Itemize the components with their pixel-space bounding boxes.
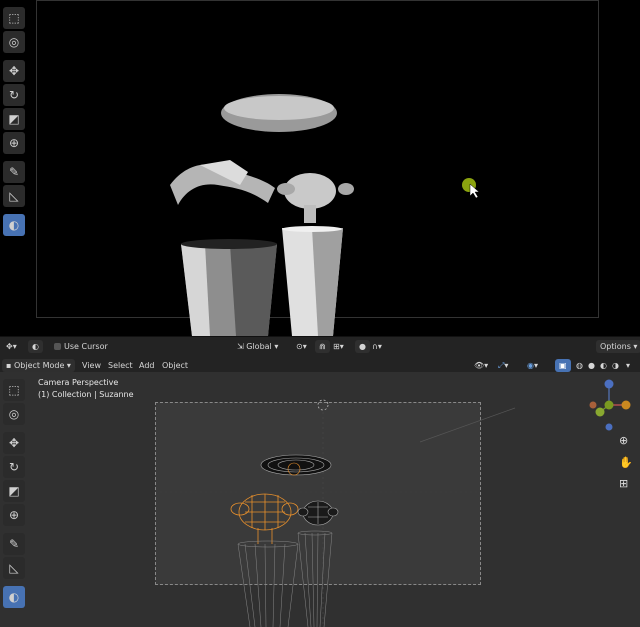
measure-icon[interactable]: ◺ xyxy=(3,185,25,207)
camera-view-icon[interactable]: ⊞ xyxy=(619,477,628,490)
annotate-icon[interactable]: ✎ xyxy=(3,533,25,555)
pivot-point-dropdown[interactable]: ⊙▾ xyxy=(292,340,311,353)
shading-options[interactable]: ▾ xyxy=(622,359,634,372)
grease-pencil-icon[interactable]: ◐ xyxy=(3,214,25,236)
scale-icon[interactable]: ◩ xyxy=(3,108,25,130)
falloff-dropdown[interactable]: ∩▾ xyxy=(368,340,386,353)
navigation-gizmo[interactable] xyxy=(578,376,638,436)
move-icon[interactable]: ✥ xyxy=(3,432,25,454)
menu-object[interactable]: Object xyxy=(158,359,192,372)
pan-hand-icon[interactable]: ✋ xyxy=(619,456,633,469)
left-cone-wireframe xyxy=(237,540,299,627)
shading-rendered[interactable]: ◑ xyxy=(608,359,623,372)
transform-icon[interactable]: ⊕ xyxy=(3,132,25,154)
render-viewport[interactable]: ⬚ ◎ ✥ ↻ ◩ ⊕ ✎ ◺ ◐ xyxy=(0,0,640,336)
object-mode-icon: ▪ xyxy=(6,361,14,370)
tool-settings-bar: ✥▾ ◐ Use Cursor ⇲ Global ▾ ⊙▾ ⋒ ⊞▾ ● ∩▾ … xyxy=(0,336,640,357)
zoom-icon[interactable]: ⊕ xyxy=(619,434,628,447)
transform-icon[interactable]: ⊕ xyxy=(3,504,25,526)
measure-icon[interactable]: ◺ xyxy=(3,557,25,579)
suzanne-wireframe-selected xyxy=(230,493,299,544)
orientation-icon: ⇲ xyxy=(237,342,247,351)
tool-mode-icon[interactable]: ✥▾ xyxy=(2,340,21,353)
rotate-icon[interactable]: ↻ xyxy=(3,456,25,478)
menu-select[interactable]: Select xyxy=(104,359,137,372)
menu-view[interactable]: View xyxy=(78,359,105,372)
second-monkey-wireframe xyxy=(297,500,339,526)
viewport-header: ▪ Object Mode ▾ View Select Add Object 👁… xyxy=(0,356,640,372)
move-icon[interactable]: ✥ xyxy=(3,60,25,82)
select-box-icon[interactable]: ⬚ xyxy=(3,7,25,29)
transform-orientation-dropdown[interactable]: ⇲ Global ▾ xyxy=(233,340,282,353)
material-icon[interactable]: ◐ xyxy=(28,340,43,353)
rotate-icon[interactable]: ↻ xyxy=(3,84,25,106)
bottom-toolbar: ⬚ ◎ ✥ ↻ ◩ ⊕ ✎ ◺ ◐ xyxy=(0,378,28,609)
visibility-dropdown[interactable]: 👁▾ xyxy=(470,359,492,372)
object-mode-dropdown[interactable]: ▪ Object Mode ▾ xyxy=(2,359,75,372)
wireframe-scene xyxy=(160,399,516,627)
overlay-toggle[interactable]: ◉▾ xyxy=(523,359,542,372)
xray-toggle[interactable]: ▣ xyxy=(555,359,571,372)
snap-toggle-icon[interactable]: ⋒ xyxy=(315,340,330,353)
options-dropdown[interactable]: Options ▾ xyxy=(596,340,640,353)
scale-icon[interactable]: ◩ xyxy=(3,480,25,502)
annotate-icon[interactable]: ✎ xyxy=(3,161,25,183)
disc-wireframe xyxy=(260,454,332,476)
grease-pencil-icon[interactable]: ◐ xyxy=(3,586,25,608)
cursor-icon[interactable]: ◎ xyxy=(3,31,25,53)
use-cursor-label: Use Cursor xyxy=(64,342,108,351)
use-cursor-checkbox[interactable]: Use Cursor xyxy=(50,340,112,353)
checkbox-icon xyxy=(54,343,61,350)
snap-target-dropdown[interactable]: ⊞▾ xyxy=(329,340,348,353)
right-cone-wireframe xyxy=(297,530,333,627)
cursor-icon[interactable]: ◎ xyxy=(3,403,25,425)
gizmo-toggle[interactable]: ⤢▾ xyxy=(494,359,512,372)
rendered-scene xyxy=(170,94,480,336)
top-toolbar: ⬚ ◎ ✥ ↻ ◩ ⊕ ✎ ◺ ◐ xyxy=(0,6,28,237)
select-box-icon[interactable]: ⬚ xyxy=(3,379,25,401)
menu-add[interactable]: Add xyxy=(135,359,159,372)
